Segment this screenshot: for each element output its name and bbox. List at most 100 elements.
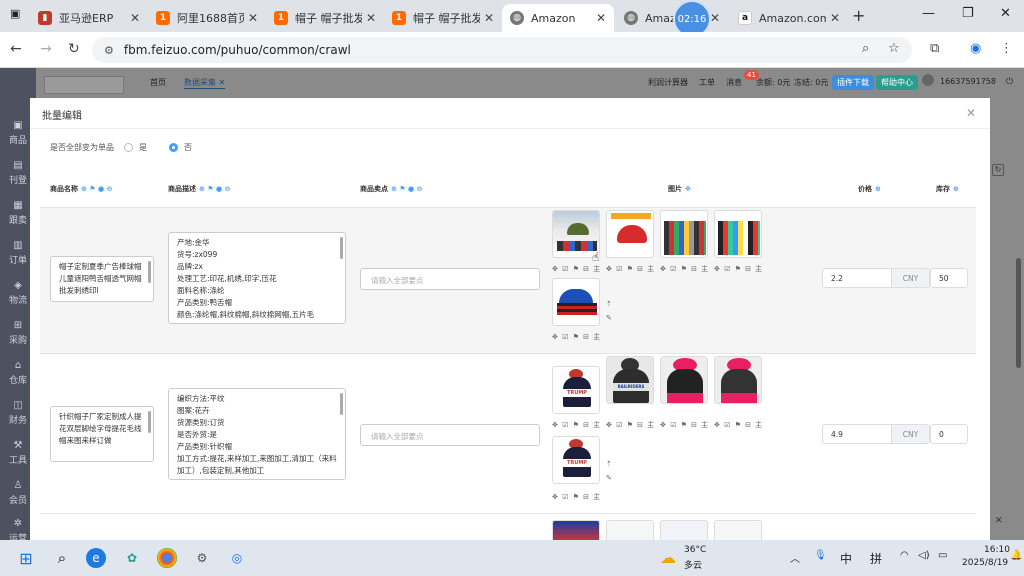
extensions-icon[interactable]: ⧉: [930, 41, 939, 56]
upload-icon[interactable]: ⇡: [606, 300, 613, 308]
bookmark-star-icon[interactable]: ☆: [888, 41, 900, 56]
product-image[interactable]: [660, 210, 708, 258]
price-field[interactable]: 4.9 CNY: [822, 424, 930, 444]
image-tools[interactable]: ✥ ☑ ⚑ ⊟ 主: [714, 264, 763, 274]
stock-field[interactable]: 50: [930, 268, 968, 288]
tab-erp[interactable]: ▮ 亚马逊ERP ✕: [30, 4, 148, 32]
weather-icon[interactable]: ☁: [660, 548, 676, 567]
tab-hat-1[interactable]: 1 帽子 帽子批发 ✕: [266, 4, 384, 32]
selling-points-input[interactable]: 请输入全部要点: [360, 424, 540, 446]
close-window-button[interactable]: ✕: [1000, 6, 1011, 21]
close-icon[interactable]: ✕: [710, 11, 720, 25]
avatar[interactable]: [922, 74, 934, 86]
modal-close-icon[interactable]: ✕: [966, 106, 976, 120]
image-tools[interactable]: ✥ ☑ ⚑ ⊟ 主: [552, 332, 601, 342]
close-icon[interactable]: ✕: [830, 11, 840, 25]
close-icon[interactable]: ✕: [596, 11, 606, 25]
product-desc-field[interactable]: 产地:金华 货号:zx099 品牌:zx 处理工艺:印花,机绣,印字,压花 面料…: [168, 232, 346, 324]
zoom-icon[interactable]: ⌕: [862, 41, 869, 56]
translate-icon[interactable]: ⊕ ⚑ ● ⊖: [391, 185, 422, 193]
minimize-button[interactable]: —: [922, 6, 935, 21]
image-tools[interactable]: ✥ ☑ ⚑ ⊟ 主: [606, 420, 655, 430]
site-info-icon[interactable]: ⚙: [104, 44, 114, 57]
back-icon[interactable]: ←: [10, 41, 22, 57]
price-field[interactable]: 2.2 CNY: [822, 268, 930, 288]
product-image[interactable]: TRUMP: [552, 366, 600, 414]
tab-amazon-active[interactable]: ◍ Amazon ✕: [502, 4, 614, 32]
edge-icon[interactable]: e: [86, 548, 106, 568]
tools-link[interactable]: 工单: [699, 77, 715, 88]
volume-icon[interactable]: ◁): [918, 550, 930, 561]
stock-field[interactable]: 0: [930, 424, 968, 444]
help-center-button[interactable]: 帮助中心: [876, 75, 918, 90]
menu-icon[interactable]: ⋮: [1000, 41, 1013, 56]
image-tools[interactable]: ✥ ☑ ⚑ ⊟ 主: [660, 420, 709, 430]
product-name-field[interactable]: 针织帽子厂家定制成人提花双层脚绘字母提花毛线帽来图来样订做: [50, 406, 154, 462]
close-icon[interactable]: ✕: [995, 516, 1003, 526]
reload-icon[interactable]: ↻: [68, 41, 80, 57]
edit-icon[interactable]: ⊕: [875, 185, 881, 193]
translate-icon[interactable]: ⊕ ⚑ ● ⊖: [81, 185, 112, 193]
close-icon[interactable]: ✕: [366, 11, 376, 25]
battery-icon[interactable]: ▭: [938, 550, 947, 561]
image-tools[interactable]: ✥ ☑ ⚑ ⊟ 主: [552, 492, 601, 502]
tab-1688-home[interactable]: 1 阿里1688首页 ✕: [148, 4, 266, 32]
tab-amazon-2[interactable]: ◍ Amazo ✕: [616, 4, 728, 32]
image-tools[interactable]: ✥ ☑ ⚑ ⊟ 主: [606, 264, 655, 274]
image-tools[interactable]: ✥ ☑ ⚑ ⊟ 主: [552, 264, 601, 274]
close-icon[interactable]: ✕: [484, 11, 494, 25]
profit-calc-link[interactable]: 利润计算器: [648, 77, 688, 88]
search-icon[interactable]: ⌕: [52, 548, 72, 568]
edit-icon[interactable]: ✎: [606, 474, 613, 482]
product-desc-field[interactable]: 编织方法:平纹 图案:花卉 货源类别:订货 是否外贸:是 产品类别:针织帽 加工…: [168, 388, 346, 480]
product-image[interactable]: [606, 520, 654, 540]
ime-mode[interactable]: 拼: [870, 550, 882, 567]
settings-gear-icon[interactable]: ⚙: [192, 548, 212, 568]
windows-start-icon[interactable]: ⊞: [16, 548, 36, 568]
close-icon[interactable]: ✕: [130, 11, 140, 25]
tab-search-icon[interactable]: ▣: [10, 7, 20, 20]
new-tab-button[interactable]: +: [852, 6, 865, 25]
tab-hat-2[interactable]: 1 帽子 帽子批发 ✕: [384, 4, 502, 32]
nav-tab-data-collect[interactable]: 数据采集 ✕: [184, 77, 226, 89]
copilot-icon[interactable]: ✿: [122, 548, 142, 568]
close-icon[interactable]: ✕: [248, 11, 258, 25]
plugin-download-button[interactable]: 插件下载: [832, 75, 874, 90]
notification-bell-icon[interactable]: 🔔: [1010, 550, 1022, 561]
edit-icon[interactable]: ✎: [606, 314, 613, 322]
tab-amazon-com[interactable]: a Amazon.com ✕: [730, 4, 848, 32]
translate-icon[interactable]: ⊕ ⚑ ● ⊖: [199, 185, 230, 193]
messages-link[interactable]: 消息: [726, 77, 742, 88]
product-name-field[interactable]: 帽子定制夏季广告棒球帽儿童遮阳鸭舌帽透气网帽批发刺绣印l: [50, 256, 154, 302]
radio-yes[interactable]: [124, 143, 133, 152]
selling-points-input[interactable]: 请输入全部要点: [360, 268, 540, 290]
power-icon[interactable]: ⏻: [1006, 77, 1013, 87]
product-image[interactable]: [606, 210, 654, 258]
ime-lang[interactable]: 中: [840, 550, 852, 567]
move-icon[interactable]: ✥: [685, 185, 691, 193]
product-image[interactable]: [714, 356, 762, 404]
edit-icon[interactable]: ⊕: [953, 185, 959, 193]
restore-button[interactable]: ❐: [962, 6, 974, 21]
product-image[interactable]: [660, 356, 708, 404]
nav-tab-home[interactable]: 首页: [150, 77, 166, 88]
product-image[interactable]: [714, 210, 762, 258]
chat-app-icon[interactable]: ◎: [227, 548, 247, 568]
profile-icon[interactable]: ◉: [970, 41, 981, 56]
image-tools[interactable]: ✥ ☑ ⚑ ⊟ 主: [660, 264, 709, 274]
scrollbar-thumb[interactable]: [1016, 258, 1021, 368]
chevron-up-icon[interactable]: ︿: [790, 550, 800, 565]
product-image[interactable]: [660, 520, 708, 540]
url-field[interactable]: ⚙ fbm.feizuo.com/puhuo/common/crawl: [92, 37, 912, 63]
radio-no[interactable]: [169, 143, 178, 152]
product-image[interactable]: RAILRIDERS: [606, 356, 654, 404]
product-image[interactable]: TRUMP: [552, 436, 600, 484]
microphone-icon[interactable]: 🎙: [814, 550, 827, 561]
refresh-icon[interactable]: ↻: [992, 164, 1004, 176]
upload-icon[interactable]: ⇡: [606, 460, 613, 468]
product-image[interactable]: [552, 278, 600, 326]
wifi-icon[interactable]: ◠: [900, 550, 909, 561]
image-tools[interactable]: ✥ ☑ ⚑ ⊟ 主: [714, 420, 763, 430]
image-tools[interactable]: ✥ ☑ ⚑ ⊟ 主: [552, 420, 601, 430]
product-image[interactable]: [552, 520, 600, 540]
